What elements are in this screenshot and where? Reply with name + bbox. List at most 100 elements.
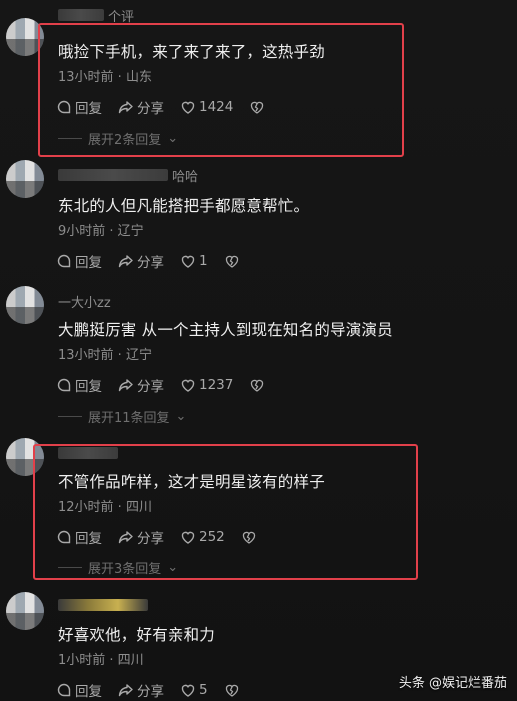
blurred-username (58, 9, 104, 21)
share-icon (118, 379, 133, 392)
dislike-button[interactable] (224, 682, 240, 698)
share-label: 分享 (137, 379, 164, 395)
comment-text: 不管作品咋样，这才是明星该有的样子 (58, 473, 325, 491)
share-label: 分享 (137, 684, 164, 700)
share-button[interactable]: 分享 (118, 680, 164, 700)
share-button[interactable]: 分享 (118, 97, 164, 117)
reply-label: 回复 (75, 379, 102, 395)
username-text: 个评 (108, 9, 135, 25)
watermark: 头条 @娱记烂番茄 (398, 676, 507, 691)
share-button[interactable]: 分享 (118, 527, 164, 547)
share-label: 分享 (137, 531, 164, 547)
reply-icon (57, 378, 71, 392)
dislike-button[interactable] (224, 253, 240, 269)
like-count: 1424 (199, 99, 234, 115)
avatar[interactable] (6, 18, 44, 56)
expand-label: 展开2条回复 (88, 133, 162, 148)
like-button[interactable]: 252 (180, 529, 225, 545)
broken-heart-icon (225, 255, 238, 268)
username-text: 一大小zz (58, 295, 111, 311)
like-button[interactable]: 1 (180, 253, 208, 269)
reply-button[interactable]: 回复 (56, 527, 102, 547)
expand-label: 展开3条回复 (88, 562, 162, 577)
reply-label: 回复 (75, 101, 102, 117)
reply-button[interactable]: 回复 (56, 680, 102, 700)
chevron-down-icon: ⌄ (175, 409, 187, 424)
divider (58, 416, 82, 417)
chevron-down-icon: ⌄ (167, 131, 179, 146)
comment-meta: 13小时前 · 山东 (58, 70, 152, 85)
reply-label: 回复 (75, 684, 102, 700)
comment-meta: 1小时前 · 四川 (58, 653, 144, 668)
comment-actions: 回复 分享 252 (56, 527, 273, 547)
divider (58, 567, 82, 568)
like-button[interactable]: 1424 (180, 99, 233, 115)
username[interactable] (58, 596, 148, 614)
reply-label: 回复 (75, 531, 102, 547)
avatar[interactable] (6, 438, 44, 476)
dislike-button[interactable] (241, 529, 257, 545)
broken-heart-icon (242, 531, 255, 544)
reply-icon (57, 254, 71, 268)
comment-text: 东北的人但凡能搭把手都愿意帮忙。 (58, 197, 310, 215)
comment-actions: 回复 分享 5 (56, 680, 256, 700)
broken-heart-icon (251, 101, 264, 114)
heart-icon (181, 101, 195, 114)
like-count: 252 (199, 529, 225, 545)
reply-label: 回复 (75, 255, 102, 271)
expand-replies[interactable]: 展开11条回复 ⌄ (58, 407, 186, 426)
reply-icon (57, 683, 71, 697)
username[interactable]: 哈哈 (58, 166, 199, 185)
expand-label: 展开11条回复 (88, 411, 170, 426)
avatar[interactable] (6, 286, 44, 324)
comment-text: 哦捡下手机，来了来了来了，这热乎劲 (58, 43, 325, 61)
dislike-button[interactable] (249, 99, 265, 115)
broken-heart-icon (225, 684, 238, 697)
heart-icon (181, 684, 195, 697)
heart-icon (181, 255, 195, 268)
username[interactable]: 个评 (58, 6, 135, 25)
like-count: 1237 (199, 377, 234, 393)
comment-meta: 12小时前 · 四川 (58, 500, 152, 515)
share-button[interactable]: 分享 (118, 251, 164, 271)
chevron-down-icon: ⌄ (167, 560, 179, 575)
comment-text: 好喜欢他，好有亲和力 (58, 626, 216, 644)
broken-heart-icon (251, 379, 264, 392)
comment-actions: 回复 分享 1 (56, 251, 256, 271)
divider (58, 138, 82, 139)
like-button[interactable]: 5 (180, 682, 208, 698)
heart-icon (181, 379, 195, 392)
reply-button[interactable]: 回复 (56, 251, 102, 271)
share-icon (118, 684, 133, 697)
avatar[interactable] (6, 160, 44, 198)
avatar[interactable] (6, 592, 44, 630)
comment-meta: 9小时前 · 辽宁 (58, 224, 144, 239)
like-count: 5 (199, 682, 208, 698)
reply-icon (57, 100, 71, 114)
heart-icon (181, 531, 195, 544)
username-text: 哈哈 (172, 169, 199, 185)
blurred-username (58, 599, 148, 611)
blurred-username (58, 169, 168, 181)
blurred-username (58, 447, 118, 459)
dislike-button[interactable] (249, 377, 265, 393)
expand-replies[interactable]: 展开2条回复 ⌄ (58, 129, 178, 148)
share-label: 分享 (137, 101, 164, 117)
username[interactable] (58, 444, 118, 462)
expand-replies[interactable]: 展开3条回复 ⌄ (58, 558, 178, 577)
share-button[interactable]: 分享 (118, 375, 164, 395)
reply-icon (57, 530, 71, 544)
reply-button[interactable]: 回复 (56, 97, 102, 117)
comment-actions: 回复 分享 1237 (56, 375, 281, 395)
reply-button[interactable]: 回复 (56, 375, 102, 395)
comment-meta: 13小时前 · 辽宁 (58, 348, 152, 363)
like-count: 1 (199, 253, 208, 269)
username[interactable]: 一大小zz (58, 292, 111, 311)
like-button[interactable]: 1237 (180, 377, 233, 393)
comment-text: 大鹏挺厉害 从一个主持人到现在知名的导演演员 (58, 321, 393, 339)
share-label: 分享 (137, 255, 164, 271)
share-icon (118, 531, 133, 544)
share-icon (118, 101, 133, 114)
share-icon (118, 255, 133, 268)
comment-actions: 回复 分享 1424 (56, 97, 281, 117)
